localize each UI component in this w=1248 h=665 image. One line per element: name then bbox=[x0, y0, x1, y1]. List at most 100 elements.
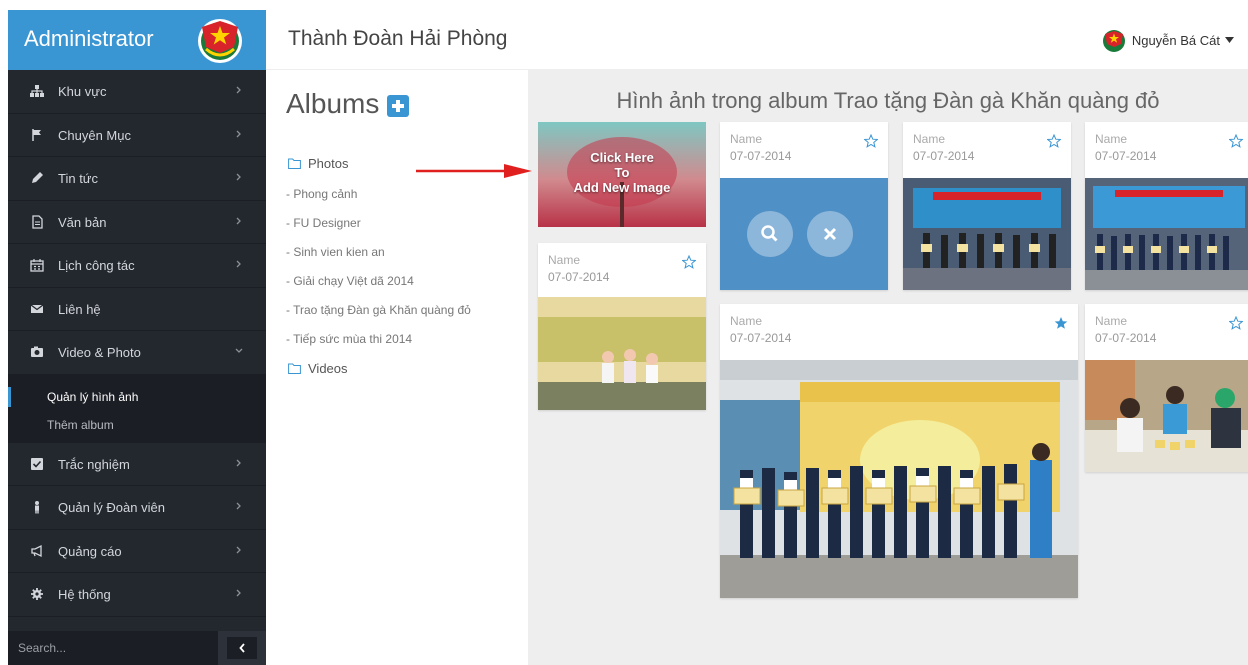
photo-thumbnail bbox=[1085, 178, 1248, 290]
user-menu[interactable]: Nguyễn Bá Cát bbox=[1101, 26, 1234, 54]
red-arrow-annotation bbox=[416, 164, 532, 178]
pencil-icon bbox=[32, 172, 43, 183]
image-name: Name bbox=[730, 314, 763, 328]
image-card[interactable]: Name 07-07-2014 bbox=[1085, 122, 1248, 290]
sidebar-item-label: Quảng cáo bbox=[58, 543, 122, 559]
chevron-right-icon bbox=[236, 217, 241, 224]
sidebar-nav: Khu vực Chuyên Mục Tin tức Văn bản Lịch … bbox=[8, 70, 266, 375]
chevron-right-icon bbox=[236, 589, 241, 597]
brand-title: Administrator bbox=[24, 26, 154, 51]
folder-icon bbox=[288, 363, 301, 374]
delete-image-button[interactable] bbox=[807, 211, 853, 257]
image-card[interactable]: Name 07-07-2014 bbox=[720, 122, 888, 290]
chevron-right-icon bbox=[236, 546, 241, 553]
sidebar-item-label: Hệ thống bbox=[58, 587, 111, 602]
sidebar-item-label: Khu vực bbox=[58, 84, 107, 99]
image-name: Name bbox=[1095, 314, 1128, 328]
close-icon bbox=[823, 227, 837, 241]
photo-thumbnail bbox=[720, 360, 1078, 598]
sidebar-item-chuyen-muc[interactable]: Chuyên Mục bbox=[8, 114, 266, 157]
folder-photos[interactable]: Photos bbox=[288, 156, 348, 171]
sidebar-item-tin-tuc[interactable]: Tin tức bbox=[8, 157, 266, 201]
star-outline-icon[interactable] bbox=[682, 255, 696, 269]
submenu-item-quan-ly-hinh-anh[interactable]: Quản lý hình ảnh bbox=[8, 383, 266, 411]
chevron-right-icon bbox=[236, 502, 241, 510]
image-card[interactable]: Name 07-07-2014 bbox=[903, 122, 1071, 290]
folder-label: Photos bbox=[308, 156, 349, 171]
star-outline-icon[interactable] bbox=[1229, 316, 1243, 330]
camera-icon bbox=[31, 346, 43, 357]
image-name: Name bbox=[548, 253, 581, 267]
gallery: Hình ảnh trong album Trao tặng Đàn gà Kh… bbox=[528, 70, 1248, 665]
avatar bbox=[1102, 30, 1125, 52]
chevron-right-icon bbox=[236, 173, 241, 181]
image-name: Name bbox=[1095, 132, 1128, 146]
page-title: Thành Đoàn Hải Phòng bbox=[288, 27, 508, 50]
gear-icon bbox=[31, 588, 43, 600]
chevron-right-icon bbox=[236, 459, 241, 466]
video-photo-submenu: Quản lý hình ảnh Thêm album bbox=[8, 374, 266, 443]
add-image-text: Click Here To Add New Image bbox=[573, 150, 671, 195]
photo-thumbnail bbox=[903, 178, 1071, 290]
sidebar-nav-lower: Trắc nghiệm Quản lý Đoàn viên Quảng cáo … bbox=[8, 443, 266, 617]
star-outline-icon[interactable] bbox=[864, 134, 878, 148]
sidebar-item-video-photo[interactable]: Video & Photo bbox=[8, 331, 266, 375]
brand-header: Administrator bbox=[8, 10, 266, 70]
image-card[interactable]: Name 07-07-2014 bbox=[538, 243, 706, 410]
album-link[interactable]: - Sinh vien kien an bbox=[286, 245, 385, 259]
sidebar-search bbox=[8, 631, 266, 665]
sidebar-item-he-thong[interactable]: Hệ thống bbox=[8, 573, 266, 617]
collapse-sidebar-button[interactable] bbox=[227, 637, 257, 659]
add-new-image-button[interactable]: Click Here To Add New Image bbox=[538, 122, 706, 227]
image-card[interactable]: Name 07-07-2014 bbox=[720, 304, 1078, 598]
image-card[interactable]: Name 07-07-2014 bbox=[1085, 304, 1248, 472]
star-filled-icon[interactable] bbox=[1054, 316, 1068, 330]
submenu-item-them-album[interactable]: Thêm album bbox=[8, 411, 266, 439]
album-link[interactable]: - Trao tặng Đàn gà Khăn quàng đỏ bbox=[286, 303, 471, 317]
sidebar-item-van-ban[interactable]: Văn bản bbox=[8, 201, 266, 244]
sidebar-item-lich-cong-tac[interactable]: Lịch công tác bbox=[8, 244, 266, 288]
photo-thumbnail-hover bbox=[720, 178, 888, 290]
chevron-right-icon bbox=[236, 260, 241, 268]
sidebar-item-khu-vuc[interactable]: Khu vực bbox=[8, 70, 266, 114]
chevron-down-icon bbox=[235, 348, 243, 353]
albums-heading: Albums bbox=[286, 88, 410, 120]
folder-videos[interactable]: Videos bbox=[288, 361, 348, 376]
album-link[interactable]: - Phong cảnh bbox=[286, 187, 357, 201]
image-date: 07-07-2014 bbox=[913, 149, 975, 163]
sidebar-item-label: Văn bản bbox=[58, 214, 107, 230]
image-date: 07-07-2014 bbox=[548, 270, 610, 284]
sidebar-item-label: Lịch công tác bbox=[58, 258, 135, 273]
album-link[interactable]: - Tiếp sức mùa thi 2014 bbox=[286, 332, 412, 346]
bullhorn-icon bbox=[31, 544, 42, 557]
sidebar-item-quan-ly-doan-vien[interactable]: Quản lý Đoàn viên bbox=[8, 486, 266, 530]
album-link[interactable]: - FU Designer bbox=[286, 216, 361, 230]
chevron-right-icon bbox=[236, 86, 241, 94]
folder-icon bbox=[288, 158, 301, 169]
sidebar-item-label: Chuyên Mục bbox=[58, 127, 131, 143]
sidebar-item-trac-nghiem[interactable]: Trắc nghiệm bbox=[8, 443, 266, 486]
youth-union-logo-icon bbox=[198, 19, 242, 63]
image-name: Name bbox=[913, 132, 946, 146]
view-image-button[interactable] bbox=[747, 211, 793, 257]
user-name: Nguyễn Bá Cát bbox=[1131, 32, 1220, 48]
caret-down-icon bbox=[1225, 37, 1234, 43]
image-date: 07-07-2014 bbox=[1095, 331, 1157, 345]
sitemap-icon bbox=[30, 85, 44, 97]
star-outline-icon[interactable] bbox=[1047, 134, 1061, 148]
sidebar-item-label: Tin tức bbox=[58, 171, 99, 186]
folder-label: Videos bbox=[308, 361, 348, 376]
sidebar-item-quang-cao[interactable]: Quảng cáo bbox=[8, 530, 266, 573]
search-icon bbox=[761, 225, 778, 242]
album-link[interactable]: - Giải chạy Việt dã 2014 bbox=[286, 274, 414, 288]
calendar-icon bbox=[30, 259, 44, 272]
photo-thumbnail bbox=[1085, 360, 1248, 472]
sidebar: Administrator Khu vực Chuyên Mục Tin tức bbox=[8, 10, 266, 665]
add-album-button[interactable] bbox=[387, 95, 410, 117]
flag-icon bbox=[32, 128, 41, 141]
search-input[interactable] bbox=[8, 631, 218, 665]
star-outline-icon[interactable] bbox=[1229, 134, 1243, 148]
sidebar-item-lien-he[interactable]: Liên hệ bbox=[8, 288, 266, 331]
envelope-icon bbox=[30, 304, 44, 313]
sidebar-item-label: Liên hệ bbox=[58, 301, 101, 317]
